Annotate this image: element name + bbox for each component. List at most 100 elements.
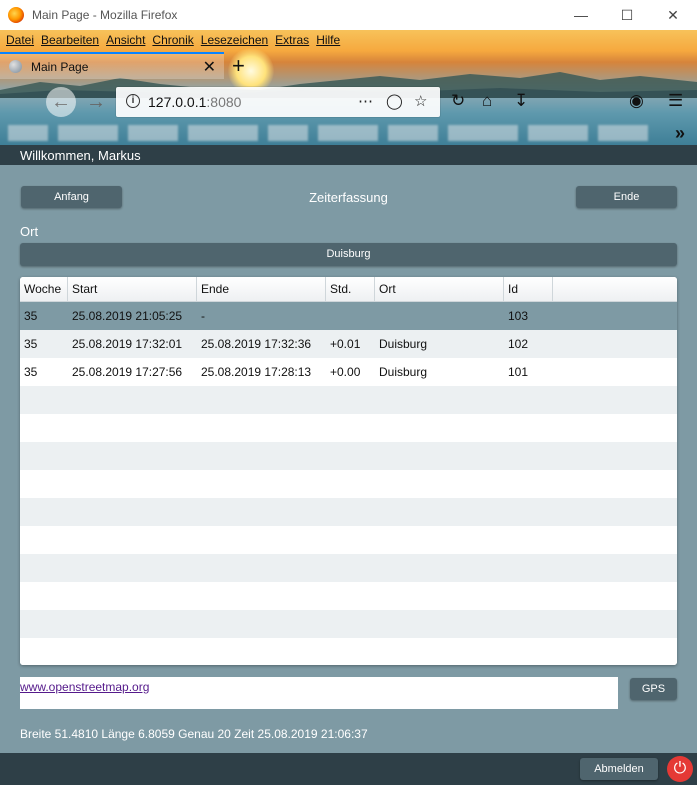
bookmark-item[interactable] bbox=[128, 125, 178, 141]
cell-ende: 25.08.2019 17:28:13 bbox=[201, 365, 312, 379]
time-entries-table: Woche Start Ende Std. Ort Id 35 25.08.2019 21:… bbox=[20, 277, 677, 665]
cell-start: 25.08.2019 17:32:01 bbox=[72, 337, 183, 351]
reload-icon[interactable]: ↻ bbox=[451, 91, 465, 111]
url-text: 127.0.0.1:8080 bbox=[148, 94, 242, 110]
column-header-start[interactable]: Start bbox=[68, 277, 197, 301]
app-content: Anfang Zeiterfassung Ende Ort Duisburg W… bbox=[0, 165, 697, 753]
empty-table-row bbox=[20, 414, 677, 442]
table-row[interactable]: 35 25.08.2019 17:27:56 25.08.2019 17:28:13… bbox=[20, 358, 677, 386]
navigation-bar: ← → i 127.0.0.1:8080 ⋯ ◯ ☆ ↻ ⌂ ↧ ◉ ☰ bbox=[0, 82, 697, 122]
menu-extras[interactable]: Extras bbox=[275, 33, 309, 47]
close-window-icon[interactable]: ✕ bbox=[650, 0, 696, 30]
column-header-ende[interactable]: Ende bbox=[197, 277, 326, 301]
menu-hilfe[interactable]: Hilfe bbox=[316, 33, 340, 47]
column-header-std[interactable]: Std. bbox=[326, 277, 375, 301]
menu-chronik[interactable]: Chronik bbox=[152, 33, 193, 47]
cell-ende: - bbox=[201, 309, 205, 323]
column-header-ort[interactable]: Ort bbox=[375, 277, 504, 301]
tab-title: Main Page bbox=[31, 59, 89, 74]
window-title: Main Page - Mozilla Firefox bbox=[32, 8, 178, 22]
menu-bar: Datei Bearbeiten Ansicht Chronik Lesezei… bbox=[0, 30, 341, 50]
home-icon[interactable]: ⌂ bbox=[482, 91, 492, 111]
menu-bearbeiten[interactable]: Bearbeiten bbox=[41, 33, 99, 47]
hamburger-menu-icon[interactable]: ☰ bbox=[668, 91, 683, 111]
cell-woche: 35 bbox=[24, 309, 38, 323]
empty-table-row bbox=[20, 610, 677, 638]
page-actions-icon[interactable]: ⋯ bbox=[358, 92, 373, 110]
cell-std: +0.01 bbox=[330, 337, 361, 351]
bookmark-item[interactable] bbox=[388, 125, 438, 141]
column-header-woche[interactable]: Woche bbox=[20, 277, 68, 301]
new-tab-icon[interactable]: + bbox=[232, 52, 245, 79]
bookmark-item[interactable] bbox=[598, 125, 648, 141]
globe-icon bbox=[9, 60, 22, 73]
empty-table-row bbox=[20, 442, 677, 470]
cell-ort: Duisburg bbox=[379, 365, 428, 379]
forward-arrow-icon[interactable]: → bbox=[84, 87, 108, 117]
cell-ort: Duisburg bbox=[379, 337, 428, 351]
cell-id: 101 bbox=[508, 365, 529, 379]
cell-std: +0.00 bbox=[330, 365, 361, 379]
bookmarks-bar: » bbox=[0, 122, 697, 145]
maximize-icon[interactable]: ☐ bbox=[604, 0, 650, 30]
account-icon[interactable]: ◉ bbox=[629, 91, 644, 111]
tab-strip: Main Page ✕ + bbox=[0, 52, 697, 79]
gps-button[interactable]: GPS bbox=[630, 678, 677, 700]
bookmark-star-icon[interactable]: ☆ bbox=[414, 92, 427, 110]
gps-status-text: Breite 51.4810 Länge 6.8059 Genau 20 Zei… bbox=[20, 727, 368, 741]
bookmark-item[interactable] bbox=[58, 125, 118, 141]
window-titlebar: Main Page - Mozilla Firefox — ☐ ✕ bbox=[0, 0, 697, 30]
table-row[interactable]: 35 25.08.2019 21:05:25 - 103 bbox=[20, 302, 677, 330]
empty-table-row bbox=[20, 386, 677, 414]
browser-chrome: Datei Bearbeiten Ansicht Chronik Lesezei… bbox=[0, 30, 697, 145]
location-label: Ort bbox=[20, 224, 39, 239]
column-header-filler bbox=[553, 277, 677, 301]
end-button[interactable]: Ende bbox=[576, 186, 677, 208]
site-info-icon[interactable]: i bbox=[126, 94, 140, 108]
table-row[interactable]: 35 25.08.2019 17:32:01 25.08.2019 17:32:36… bbox=[20, 330, 677, 358]
empty-table-row bbox=[20, 498, 677, 526]
welcome-text: Willkommen, Markus bbox=[20, 148, 141, 163]
firefox-logo-icon bbox=[8, 7, 24, 23]
cell-start: 25.08.2019 17:27:56 bbox=[72, 365, 183, 379]
cell-woche: 35 bbox=[24, 365, 38, 379]
logout-button[interactable]: Abmelden bbox=[580, 758, 658, 780]
download-icon[interactable]: ↧ bbox=[514, 91, 528, 111]
cell-ende: 25.08.2019 17:32:36 bbox=[201, 337, 312, 351]
power-icon[interactable]: ⏻ bbox=[667, 756, 693, 782]
bookmark-item[interactable] bbox=[448, 125, 518, 141]
bookmark-item[interactable] bbox=[528, 125, 588, 141]
minimize-icon[interactable]: — bbox=[558, 0, 604, 30]
cell-id: 102 bbox=[508, 337, 529, 351]
footer-bar: Abmelden ⏻ bbox=[0, 753, 697, 785]
tab-main-page[interactable]: Main Page ✕ bbox=[0, 52, 224, 79]
welcome-bar: Willkommen, Markus bbox=[0, 145, 697, 165]
menu-datei[interactable]: Datei bbox=[6, 33, 34, 47]
column-header-id[interactable]: Id bbox=[504, 277, 553, 301]
back-arrow-icon[interactable]: ← bbox=[46, 87, 76, 117]
empty-table-row bbox=[20, 582, 677, 610]
bookmark-item[interactable] bbox=[318, 125, 378, 141]
more-bookmarks-icon[interactable]: » bbox=[675, 123, 685, 144]
cell-start: 25.08.2019 21:05:25 bbox=[72, 309, 183, 323]
bookmark-item[interactable] bbox=[188, 125, 258, 141]
location-select-button[interactable]: Duisburg bbox=[20, 243, 677, 266]
map-area: www.openstreetmap.org bbox=[20, 677, 618, 709]
openstreetmap-link[interactable]: www.openstreetmap.org bbox=[20, 680, 149, 694]
bookmark-item[interactable] bbox=[268, 125, 308, 141]
bookmark-item[interactable] bbox=[8, 125, 48, 141]
empty-table-row bbox=[20, 554, 677, 582]
cell-id: 103 bbox=[508, 309, 529, 323]
table-header: Woche Start Ende Std. Ort Id bbox=[20, 277, 677, 302]
close-tab-icon[interactable]: ✕ bbox=[203, 57, 216, 77]
empty-table-row bbox=[20, 470, 677, 498]
cell-woche: 35 bbox=[24, 337, 38, 351]
menu-ansicht[interactable]: Ansicht bbox=[106, 33, 145, 47]
cell-ort bbox=[375, 302, 504, 330]
pocket-icon[interactable]: ◯ bbox=[386, 92, 403, 110]
empty-table-row bbox=[20, 638, 677, 665]
menu-lesezeichen[interactable]: Lesezeichen bbox=[201, 33, 268, 47]
empty-table-row bbox=[20, 526, 677, 554]
cell-std bbox=[326, 302, 375, 330]
url-bar[interactable]: i 127.0.0.1:8080 ⋯ ◯ ☆ bbox=[116, 87, 440, 117]
